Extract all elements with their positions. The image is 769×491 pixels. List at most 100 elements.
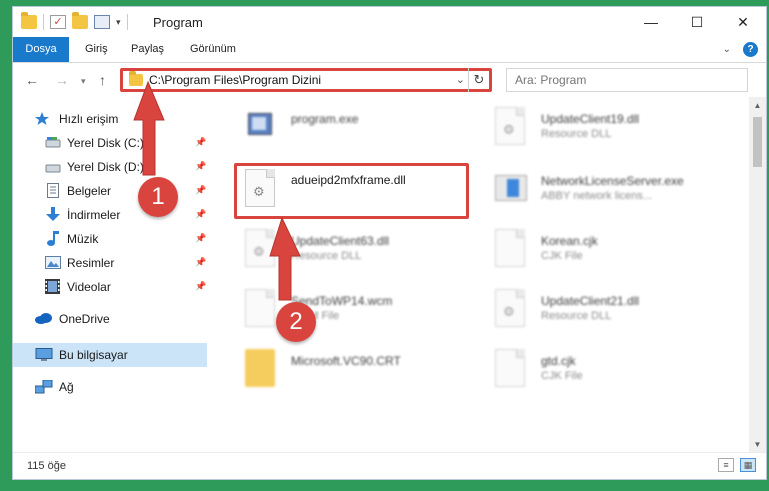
details-view-icon[interactable]: ≡ [718,458,734,472]
tab-giris[interactable]: Giriş [85,37,108,62]
properties-check-icon[interactable]: ✓ [50,15,66,29]
navigation-bar: ← → ▾ ↑ C:\Program Files\Program Dizini … [13,63,766,97]
tab-paylas[interactable]: Paylaş [131,37,164,62]
minimize-button[interactable]: — [628,7,674,37]
pin-icon[interactable]: 📌 [195,137,206,148]
file-name: Microsoft.VC90.CRT [291,354,401,368]
pin-icon[interactable]: 📌 [195,281,206,292]
file-item[interactable]: Microsoft.VC90.CRT [237,343,477,393]
folder-icon [245,349,275,387]
sidebar-item-muzik[interactable]: Müzik 📌 [13,227,207,251]
toolbar-divider [126,14,128,30]
file-name: NetworkLicenseServer.exe [541,174,684,188]
sidebar-item-belgeler[interactable]: Belgeler 📌 [13,179,207,203]
sidebar-item-label: Hızlı erişim [59,112,119,126]
pictures-icon [45,256,61,270]
explorer-window: ✓ ▾ Program — ☐ ✕ Dosya Giriş Paylaş Gör… [12,6,767,480]
sidebar-item-label: Yerel Disk (C:) [67,136,144,150]
scroll-thumb[interactable] [753,117,762,167]
file-name: UpdateClient21.dll [541,294,640,308]
music-icon [47,231,63,246]
refresh-button[interactable]: ↻ [468,68,489,92]
customize-toolbar-icon[interactable]: ▾ [116,17,121,28]
scroll-up-icon[interactable]: ▲ [749,97,766,114]
file-icon [245,289,275,327]
ribbon-tabs: Dosya Giriş Paylaş Görünüm ⌄ ? [13,37,766,63]
new-folder-icon[interactable] [72,12,88,29]
sidebar-item-label: Ağ [59,380,74,394]
network-icon [34,379,53,394]
window-controls: — ☐ ✕ [628,7,766,37]
file-name: program.exe [291,112,359,126]
sidebar-item-resimler[interactable]: Resimler 📌 [13,251,207,275]
cloud-icon [35,313,52,327]
dll-icon: ⚙ [495,107,525,145]
quick-access-toolbar: ✓ ▾ [21,12,128,30]
sidebar-item-bu-bilgisayar[interactable]: Bu bilgisayar [13,343,207,367]
drive-icon [45,162,61,176]
address-path[interactable]: C:\Program Files\Program Dizini [149,73,321,87]
expand-ribbon-icon[interactable]: ⌄ [723,44,731,55]
close-button[interactable]: ✕ [720,7,766,37]
sidebar-item-label: İndirmeler [67,208,121,222]
file-type: ABBY network licens... [541,190,653,202]
file-list: program.exe ⚙ UpdateClient19.dll Resourc… [221,97,743,453]
help-icon[interactable]: ? [743,42,758,57]
file-name: UpdateClient19.dll [541,112,640,126]
pin-icon[interactable]: 📌 [195,209,206,220]
forward-button[interactable]: → [55,72,69,88]
sidebar-item-videolar[interactable]: Videolar 📌 [13,275,207,299]
dll-icon: ⚙ [495,289,525,327]
window-title: Program [153,15,203,30]
scroll-down-icon[interactable]: ▼ [749,436,766,453]
search-input[interactable] [513,69,733,91]
ribbon-right-controls: ⌄ ? [723,42,758,57]
pin-icon[interactable]: 📌 [195,233,206,244]
vertical-scrollbar[interactable]: ▲ ▼ [749,97,766,453]
video-icon [45,279,61,294]
file-item[interactable]: ⚙ UpdateClient19.dll Resource DLL [487,101,727,151]
pin-icon[interactable]: 📌 [195,257,206,268]
file-item[interactable]: program.exe [237,101,477,151]
folder-icon [21,12,37,29]
file-item[interactable]: NetworkLicenseServer.exe ABBY network li… [487,163,727,213]
up-button[interactable]: ↑ [99,72,106,88]
back-button[interactable]: ← [25,72,39,88]
file-type: CJK File [541,250,583,262]
sidebar-item-label: OneDrive [59,312,110,326]
sidebar-item-ag[interactable]: Ağ [13,375,207,399]
sidebar-item-label: Müzik [67,232,99,246]
address-dropdown-icon[interactable]: ⌄ [456,73,465,86]
file-item[interactable]: Korean.cjk CJK File [487,223,727,273]
sidebar-item-indirmeler[interactable]: İndirmeler 📌 [13,203,207,227]
view-icon[interactable] [94,15,110,29]
tiles-view-icon[interactable]: ▦ [740,458,756,472]
tab-dosya[interactable]: Dosya [13,37,69,62]
sidebar-item-label: Resimler [67,256,115,270]
dll-icon: ⚙ [245,229,275,267]
drive-icon [45,137,61,151]
pin-icon[interactable]: 📌 [195,161,206,172]
documents-icon [47,183,63,198]
sidebar-item-yerel-disk-c[interactable]: Yerel Disk (C:) 📌 [13,131,207,155]
recent-locations-icon[interactable]: ▾ [81,76,86,87]
file-type: Resource DLL [541,310,612,322]
maximize-button[interactable]: ☐ [674,7,720,37]
folder-icon [129,71,143,86]
search-box[interactable] [506,68,748,92]
sidebar-item-label: Yerel Disk (D:) [67,160,144,174]
tab-gorunum[interactable]: Görünüm [190,37,236,62]
item-count: 115 öğe [27,460,66,472]
sidebar-item-label: Belgeler [67,184,112,198]
pin-icon[interactable]: 📌 [195,185,206,196]
sidebar-item-onedrive[interactable]: OneDrive [13,307,207,331]
file-item[interactable]: ⚙ UpdateClient63.dll Resource DLL [237,223,477,273]
file-name: UpdateClient63.dll [291,234,390,248]
file-item[interactable]: ⚙ UpdateClient21.dll Resource DLL [487,283,727,333]
file-item[interactable]: SendToWP14.wcm WCM File [237,283,477,333]
file-item[interactable]: gtd.cjk CJK File [487,343,727,393]
sidebar-item-yerel-disk-d[interactable]: Yerel Disk (D:) 📌 [13,155,207,179]
sidebar-item-hizli-erisim[interactable]: Hızlı erişim [13,107,207,131]
address-bar[interactable]: C:\Program Files\Program Dizini ⌄ ↻ [120,68,492,92]
computer-icon [35,348,53,362]
